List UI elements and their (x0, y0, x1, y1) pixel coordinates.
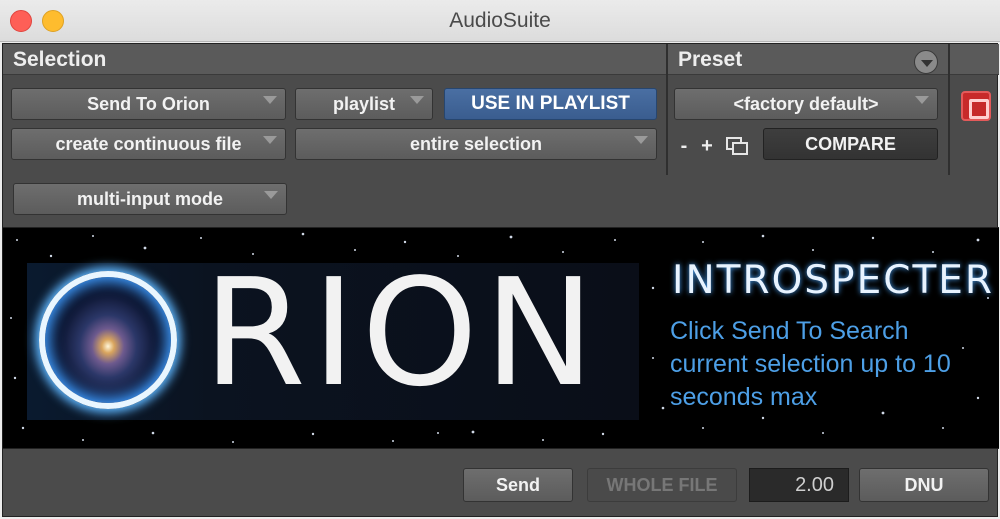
divider (666, 44, 668, 175)
divider (948, 44, 950, 175)
title-bar: AudioSuite (0, 0, 1000, 42)
audiosuite-panel: Selection Preset Send To Orion playlist … (2, 43, 999, 517)
record-icon[interactable] (961, 91, 991, 121)
instructions-text: Click Send To Search current selection u… (670, 317, 951, 411)
selection-header: Selection (3, 44, 666, 75)
preset-header: Preset (668, 44, 948, 75)
product-title: INTROSPECTER (672, 258, 995, 303)
window-title: AudioSuite (449, 9, 551, 32)
preset-plus-button[interactable]: + (697, 132, 717, 160)
preset-select[interactable]: <factory default> (674, 88, 938, 120)
plugin-select[interactable]: Send To Orion (11, 88, 286, 120)
use-in-playlist-button[interactable]: USE IN PLAYLIST (444, 88, 657, 120)
compare-button[interactable]: COMPARE (763, 128, 938, 160)
plugin-banner: RION INTROSPECTER Click Send To Search c… (3, 227, 999, 449)
input-mode-select[interactable]: multi-input mode (13, 183, 287, 215)
dnu-button[interactable]: DNU (859, 468, 989, 502)
preset-minus-button[interactable]: - (675, 132, 693, 160)
orion-logo: RION (27, 259, 639, 420)
whole-file-button[interactable]: WHOLE FILE (587, 468, 737, 502)
galaxy-ring-icon (39, 271, 177, 409)
send-button[interactable]: Send (463, 468, 573, 502)
file-mode-select[interactable]: create continuous file (11, 128, 286, 160)
value-field[interactable]: 2.00 (749, 468, 849, 502)
side-header (950, 44, 999, 75)
playlist-select[interactable]: playlist (295, 88, 433, 120)
selection-mode-select[interactable]: entire selection (295, 128, 657, 160)
preset-header-label: Preset (678, 48, 743, 71)
copy-settings-icon[interactable] (723, 132, 751, 160)
orion-logo-text: RION (203, 247, 601, 419)
preset-menu-icon[interactable] (914, 50, 938, 74)
